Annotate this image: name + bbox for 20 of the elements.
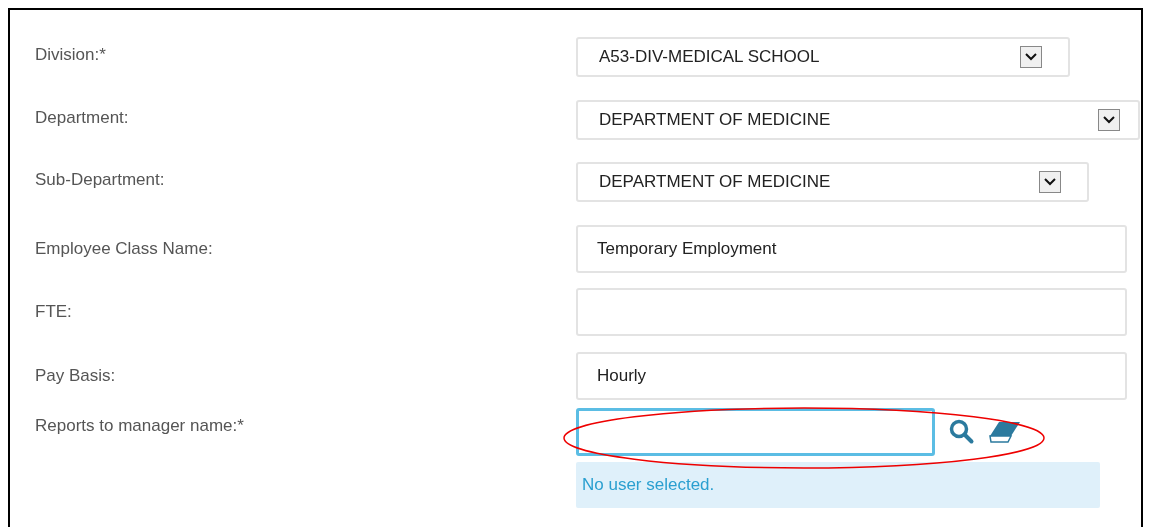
caret-icon[interactable] <box>1039 171 1061 193</box>
search-icon[interactable] <box>949 419 975 445</box>
field-label: Reports to manager name:* <box>35 415 245 436</box>
manager-name-field[interactable] <box>576 408 935 456</box>
field-label: FTE: <box>35 301 73 322</box>
text-field[interactable] <box>576 288 1127 336</box>
dropdown[interactable]: A53-DIV-MEDICAL SCHOOL <box>576 37 1070 77</box>
dropdown[interactable]: DEPARTMENT OF MEDICINE <box>576 162 1089 202</box>
field-label: Pay Basis: <box>35 365 117 386</box>
field-label: Sub-Department: <box>35 169 166 190</box>
text-field[interactable]: Temporary Employment <box>576 225 1127 273</box>
status-message: No user selected. <box>576 462 1100 508</box>
caret-icon[interactable] <box>1020 46 1042 68</box>
field-label: Department: <box>35 107 130 128</box>
field-label: Division:* <box>35 44 107 65</box>
dropdown[interactable]: DEPARTMENT OF MEDICINE <box>576 100 1140 140</box>
caret-icon[interactable] <box>1098 109 1120 131</box>
field-label: Employee Class Name: <box>35 238 214 259</box>
eraser-icon[interactable] <box>989 421 1021 443</box>
text-field[interactable]: Hourly <box>576 352 1127 400</box>
